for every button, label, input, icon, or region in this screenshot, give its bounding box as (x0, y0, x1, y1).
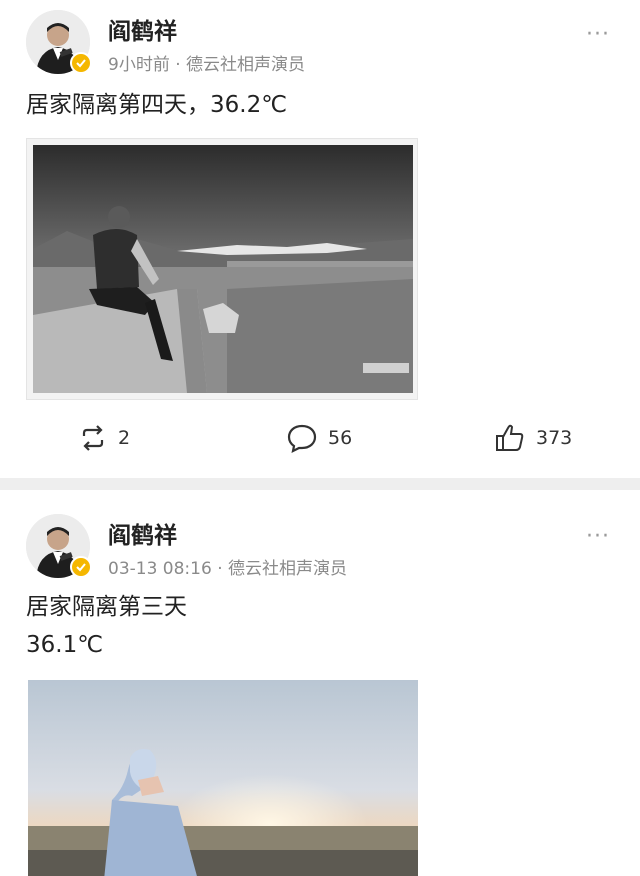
post-actions: 2 56 373 (0, 416, 640, 460)
author-name[interactable]: 阎鹤祥 (108, 516, 177, 550)
avatar[interactable] (26, 10, 92, 74)
repost-count: 2 (118, 427, 131, 449)
post-text: 居家隔离第三天 36.1℃ (26, 588, 187, 664)
more-options-icon[interactable]: ··· (586, 524, 610, 549)
thumbs-up-icon (496, 424, 524, 451)
post-card[interactable]: 阎鹤祥 03-13 08:16 · 德云社相声演员 ··· 居家隔离第三天 36… (0, 490, 640, 876)
like-count: 373 (536, 427, 573, 449)
more-options-icon[interactable]: ··· (586, 22, 610, 47)
post-photo[interactable] (26, 138, 418, 400)
post-text-line: 居家隔离第四天，36.2℃ (26, 92, 288, 118)
avatar[interactable] (26, 514, 92, 578)
author-name[interactable]: 阎鹤祥 (108, 12, 177, 46)
comment-count: 56 (328, 427, 353, 449)
repost-button[interactable]: 2 (78, 416, 130, 460)
verified-badge-icon (70, 556, 92, 578)
repost-icon (82, 425, 104, 451)
post-text-line: 36.1℃ (26, 632, 104, 658)
post-meta: 9小时前 · 德云社相声演员 (108, 55, 306, 75)
post-photo[interactable] (28, 680, 418, 876)
post-divider (0, 478, 640, 490)
post-meta: 03-13 08:16 · 德云社相声演员 (108, 559, 348, 579)
post-card[interactable]: 阎鹤祥 9小时前 · 德云社相声演员 ··· 居家隔离第四天，36.2℃ 2 5… (0, 0, 640, 478)
post-text: 居家隔离第四天，36.2℃ (26, 86, 287, 124)
like-button[interactable]: 373 (494, 416, 572, 460)
comment-button[interactable]: 56 (286, 416, 352, 460)
post-text-line: 居家隔离第三天 (26, 594, 187, 620)
comment-icon (287, 424, 317, 453)
verified-badge-icon (70, 52, 92, 74)
weibo-feed: 阎鹤祥 9小时前 · 德云社相声演员 ··· 居家隔离第四天，36.2℃ 2 5… (0, 0, 640, 876)
